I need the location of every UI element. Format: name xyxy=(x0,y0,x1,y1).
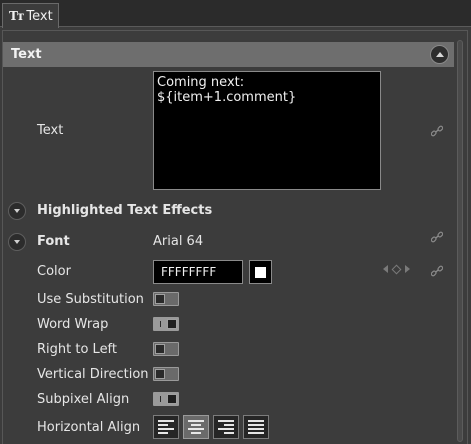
link-icon[interactable] xyxy=(431,265,443,277)
align-right-button[interactable] xyxy=(213,415,239,439)
text-label: Text xyxy=(37,123,64,138)
horizontal-align-group xyxy=(153,415,269,439)
vertical-direction-toggle[interactable] xyxy=(153,367,179,381)
line xyxy=(224,424,234,426)
align-left-button[interactable] xyxy=(153,415,179,439)
link-icon[interactable] xyxy=(431,125,443,137)
line xyxy=(218,420,234,422)
section-header-text[interactable]: Text xyxy=(3,42,454,67)
use-substitution-label: Use Substitution xyxy=(37,292,144,307)
highlighted-effects-label: Highlighted Text Effects xyxy=(37,203,213,218)
tab-bar: Tт Text xyxy=(0,0,471,28)
color-label: Color xyxy=(37,264,71,279)
word-wrap-toggle[interactable] xyxy=(153,317,179,331)
color-swatch-preview xyxy=(255,266,266,278)
chevron-up-icon xyxy=(435,52,444,57)
toggle-on-mark xyxy=(160,396,161,402)
toggle-knob xyxy=(155,344,165,354)
align-center-button[interactable] xyxy=(183,415,209,439)
color-hex-input[interactable]: FFFFFFFF xyxy=(153,260,243,284)
chevron-down-icon xyxy=(14,240,20,244)
color-swatch-button[interactable] xyxy=(249,260,272,284)
text-type-icon: Tт xyxy=(9,9,24,23)
tab-text[interactable]: Tт Text xyxy=(2,3,59,28)
section-title: Text xyxy=(11,47,42,62)
link-icon[interactable] xyxy=(431,231,443,243)
line xyxy=(191,424,201,426)
line xyxy=(158,428,174,430)
toggle-on-mark xyxy=(160,321,161,327)
previous-keyframe-icon[interactable] xyxy=(383,265,388,273)
chevron-down-icon xyxy=(14,209,20,213)
scrollbar-thumb[interactable] xyxy=(457,40,463,442)
line xyxy=(191,432,201,434)
tab-label: Text xyxy=(26,8,53,24)
right-to-left-toggle[interactable] xyxy=(153,342,179,356)
keyframe-controls xyxy=(383,264,410,274)
use-substitution-toggle[interactable] xyxy=(153,292,179,306)
toggle-knob xyxy=(155,294,165,304)
expand-highlighted-button[interactable] xyxy=(8,202,26,220)
line xyxy=(188,420,204,422)
toggle-knob xyxy=(167,319,177,329)
next-keyframe-icon[interactable] xyxy=(405,265,410,273)
line xyxy=(248,420,264,422)
line xyxy=(218,428,234,430)
collapse-section-button[interactable] xyxy=(430,45,449,64)
align-justify-button[interactable] xyxy=(243,415,269,439)
line xyxy=(188,428,204,430)
line xyxy=(158,420,174,422)
keyframe-diamond-icon[interactable] xyxy=(391,264,402,274)
word-wrap-label: Word Wrap xyxy=(37,317,109,332)
subpixel-align-toggle[interactable] xyxy=(153,392,179,406)
vertical-scrollbar[interactable] xyxy=(456,38,464,444)
line xyxy=(248,424,264,426)
line xyxy=(248,432,264,434)
text-input[interactable]: Coming next: ${item+1.comment} xyxy=(153,71,381,190)
horizontal-align-label: Horizontal Align xyxy=(37,420,141,435)
line xyxy=(158,424,168,426)
toggle-knob xyxy=(155,369,165,379)
font-label: Font xyxy=(37,234,70,249)
subpixel-align-label: Subpixel Align xyxy=(37,392,130,407)
line xyxy=(158,432,168,434)
font-value[interactable]: Arial 64 xyxy=(153,234,203,249)
line xyxy=(224,432,234,434)
vertical-direction-label: Vertical Direction xyxy=(37,367,149,382)
line xyxy=(248,428,264,430)
expand-font-button[interactable] xyxy=(8,233,26,251)
right-to-left-label: Right to Left xyxy=(37,342,118,357)
toggle-knob xyxy=(167,394,177,404)
